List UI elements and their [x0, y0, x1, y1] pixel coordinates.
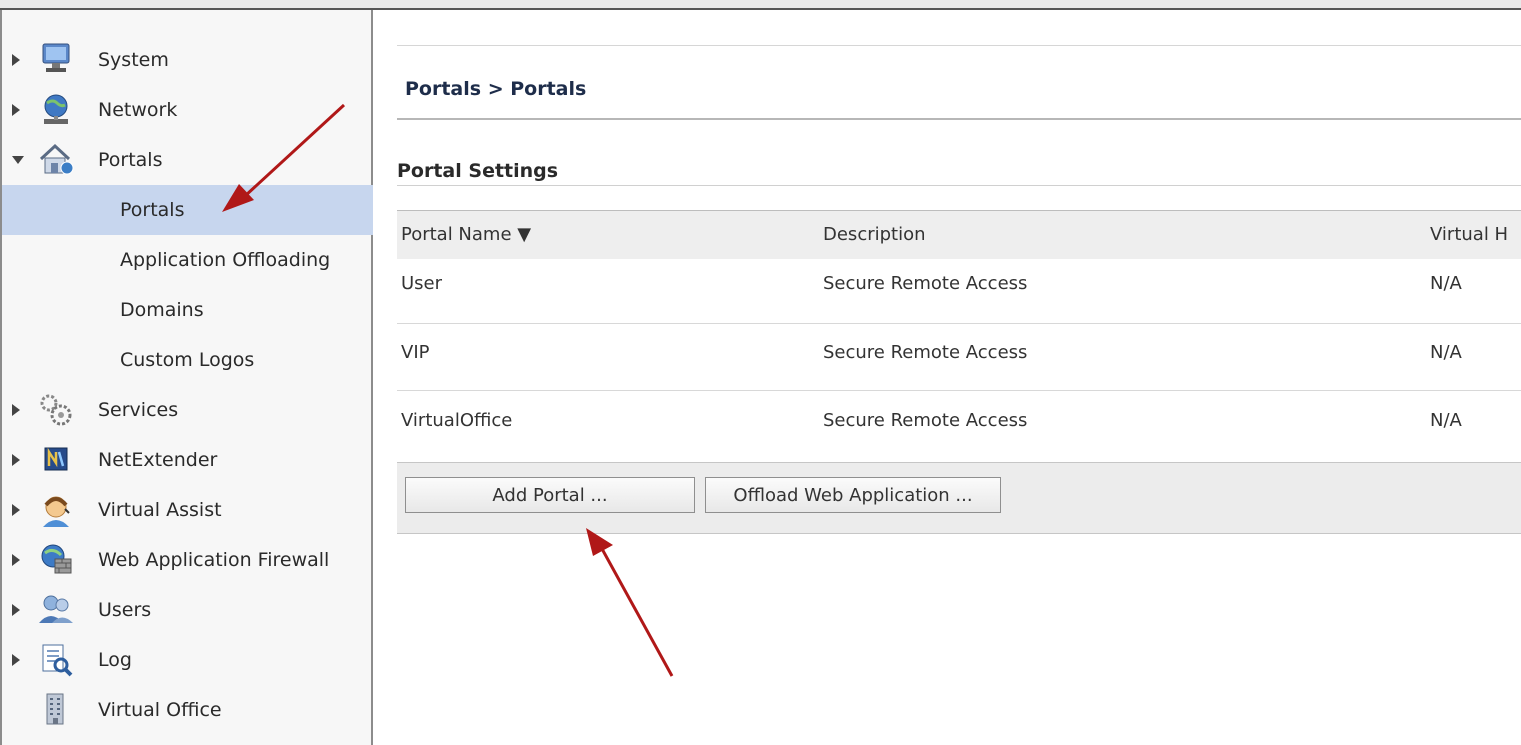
table-row[interactable]: VirtualOffice Secure Remote Access N/A: [397, 391, 1521, 457]
sidebar-subitem-label: Domains: [120, 299, 204, 321]
top-border-bar: [0, 0, 1521, 10]
sidebar-item-virtual-office[interactable]: Virtual Office: [2, 685, 373, 735]
monitor-icon: [35, 41, 77, 79]
netextender-icon: [35, 441, 77, 479]
collapse-arrow-icon[interactable]: [12, 156, 24, 164]
column-header-portal-name[interactable]: Portal Name ▼: [401, 224, 531, 245]
sidebar-subitem-portals[interactable]: Portals: [2, 185, 373, 235]
sidebar-item-web-application-firewall[interactable]: Web Application Firewall: [2, 535, 373, 585]
sidebar-item-virtual-assist[interactable]: Virtual Assist: [2, 485, 373, 535]
expand-arrow-icon[interactable]: [12, 404, 20, 416]
sidebar-subitem-domains[interactable]: Domains: [2, 285, 373, 335]
sidebar-subitem-label: Application Offloading: [120, 249, 331, 271]
section-title: Portal Settings: [397, 160, 559, 182]
sidebar-subitem-label: Portals: [120, 199, 185, 221]
expand-arrow-icon[interactable]: [12, 604, 20, 616]
sidebar-item-label: Network: [98, 99, 178, 121]
expand-arrow-icon[interactable]: [12, 654, 20, 666]
sidebar-item-portals[interactable]: Portals: [2, 135, 373, 185]
offload-web-application-button[interactable]: Offload Web Application ...: [705, 477, 1001, 513]
sidebar-item-netextender[interactable]: NetExtender: [2, 435, 373, 485]
expand-arrow-icon[interactable]: [12, 104, 20, 116]
expand-arrow-icon[interactable]: [12, 54, 20, 66]
sidebar-item-label: NetExtender: [98, 449, 218, 471]
section-divider: [397, 185, 1521, 186]
sidebar-item-system[interactable]: System: [2, 35, 373, 85]
add-portal-button[interactable]: Add Portal ...: [405, 477, 695, 513]
sidebar-item-label: Portals: [98, 149, 163, 171]
cell-description: Secure Remote Access: [823, 273, 1028, 294]
sidebar-subitem-application-offloading[interactable]: Application Offloading: [2, 235, 373, 285]
cell-virtual-host: N/A: [1430, 410, 1462, 431]
page-header: Portals > Portals: [397, 45, 1521, 120]
cell-portal-name: VIP: [401, 342, 430, 363]
expand-arrow-icon[interactable]: [12, 504, 20, 516]
column-header-description[interactable]: Description: [823, 224, 926, 245]
house-portal-icon: [35, 141, 77, 179]
support-person-icon: [35, 491, 77, 529]
sidebar-item-label: Services: [98, 399, 179, 421]
sidebar-item-label: System: [98, 49, 169, 71]
cell-virtual-host: N/A: [1430, 342, 1462, 363]
sidebar-subitem-label: Custom Logos: [120, 349, 255, 371]
globe-network-icon: [35, 91, 77, 129]
portals-table: Portal Name ▼ Description Virtual H User…: [397, 210, 1521, 457]
sidebar-item-log[interactable]: Log: [2, 635, 373, 685]
breadcrumb: Portals > Portals: [405, 78, 587, 100]
sidebar-item-label: Virtual Assist: [98, 499, 222, 521]
expand-arrow-icon[interactable]: [12, 554, 20, 566]
table-row[interactable]: VIP Secure Remote Access N/A: [397, 324, 1521, 391]
table-toolbar: Add Portal ... Offload Web Application .…: [397, 462, 1521, 534]
sidebar-subitem-custom-logos[interactable]: Custom Logos: [2, 335, 373, 385]
cell-description: Secure Remote Access: [823, 410, 1028, 431]
cell-portal-name: User: [401, 273, 443, 294]
sidebar-item-label: Virtual Office: [98, 699, 222, 721]
sidebar-nav: System Network Portals Portals Applicati…: [0, 10, 373, 745]
sidebar-item-label: Web Application Firewall: [98, 549, 330, 571]
users-icon: [35, 591, 77, 629]
cell-description: Secure Remote Access: [823, 342, 1028, 363]
table-row[interactable]: User Secure Remote Access N/A: [397, 259, 1521, 324]
table-header: Portal Name ▼ Description Virtual H: [397, 210, 1521, 259]
sidebar-item-services[interactable]: Services: [2, 385, 373, 435]
expand-arrow-icon[interactable]: [12, 454, 20, 466]
building-icon: [35, 691, 77, 729]
cell-portal-name: VirtualOffice: [401, 410, 513, 431]
log-magnifier-icon: [35, 641, 77, 679]
cell-virtual-host: N/A: [1430, 273, 1462, 294]
globe-firewall-icon: [35, 541, 77, 579]
main-content: Portals > Portals Portal Settings Portal…: [375, 10, 1521, 745]
sidebar-item-users[interactable]: Users: [2, 585, 373, 635]
sidebar-item-label: Users: [98, 599, 152, 621]
sidebar-item-label: Log: [98, 649, 132, 671]
gears-icon: [35, 391, 77, 429]
sidebar-item-network[interactable]: Network: [2, 85, 373, 135]
column-header-virtual-host[interactable]: Virtual H: [1430, 224, 1508, 245]
